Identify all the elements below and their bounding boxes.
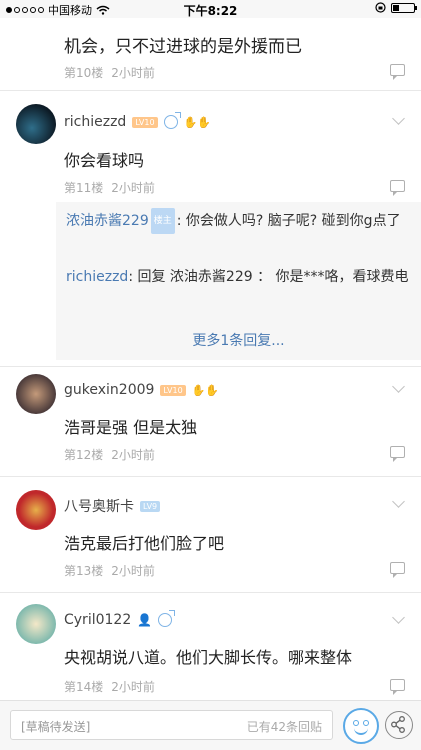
subreply-text: : 你会做人吗? 脑子呢? 碰到你g点了 [176,213,401,229]
comment-text: 你会看球吗 [64,151,145,170]
divider [0,366,421,367]
username[interactable]: richiezzd [64,114,126,130]
divider [0,592,421,593]
emoji-eye-icon [353,720,359,726]
emoji-eye-icon [363,720,369,726]
host-badge: 楼主 [150,208,175,234]
person-icon: 👤 [137,613,153,627]
reply-icon[interactable] [390,64,405,80]
status-time: 下午8:22 [183,4,238,18]
floor-number: 第11楼 [64,181,104,195]
battery-icon [391,2,417,13]
chevron-down-icon[interactable] [392,495,405,508]
comment-text: 浩哥是强 但是太独 [64,418,198,437]
share-button[interactable] [385,711,413,739]
subreply-item[interactable]: richiezzd: 回复 浓油赤酱229 ： 你是***咯，看球费电 [66,264,411,290]
subreply-panel: 浓油赤酱229 楼主: 你会做人吗? 脑子呢? 碰到你g点了 richiezzd:… [56,202,421,360]
post-meta: 第12楼 2小时前 [64,446,155,463]
clapping-hands-icon: ✋✋ [183,115,211,129]
male-icon [163,112,181,129]
post-meta: 第14楼 2小时前 [64,678,155,695]
post-meta: 第13楼 2小时前 [64,562,155,579]
level-badge: LV10 [132,116,158,128]
post-meta: 第11楼 2小时前 [64,179,155,196]
floor-number: 第10楼 [64,66,104,80]
username[interactable]: gukexin2009 [64,382,154,398]
subreply-item[interactable]: 浓油赤酱229 楼主: 你会做人吗? 脑子呢? 碰到你g点了 [66,208,411,234]
floor-number: 第12楼 [64,448,104,462]
orientation-lock-icon [375,2,386,13]
subreply-text: : 回复 浓油赤酱229 ： 你是***咯，看球费电 [128,269,409,285]
floor-number: 第13楼 [64,564,104,578]
status-bar: 中国移动 下午8:22 [0,0,421,18]
post-time: 2小时前 [111,66,155,80]
post-user: gukexin2009 LV10 ✋✋ [64,382,219,398]
chevron-down-icon[interactable] [392,380,405,393]
username[interactable]: Cyril0122 [64,612,131,628]
emoji-button[interactable] [343,708,379,744]
subreply-username[interactable]: 浓油赤酱229 [66,213,149,229]
reply-input[interactable]: [草稿待发送] 已有42条回贴 [10,710,333,740]
level-badge: LV9 [140,500,161,512]
avatar[interactable] [16,604,56,644]
post-text-partial: 机会，只不过进球的是外援而已 [64,37,302,57]
post-meta: 第10楼 2小时前 [64,64,155,81]
subreply-username[interactable]: richiezzd [66,269,128,285]
reply-count: 已有42条回贴 [246,720,322,734]
reply-icon[interactable] [390,446,405,462]
clapping-hands-icon: ✋✋ [191,383,220,397]
post-user: 八号奥斯卡 LV9 [64,496,161,516]
comment-text: 浩克最后打他们脸了吧 [64,534,225,553]
bottom-bar: [草稿待发送] 已有42条回贴 [0,700,421,750]
post-time: 2小时前 [111,564,155,578]
emoji-mouth-icon [354,728,368,735]
reply-icon[interactable] [390,562,405,578]
male-icon [158,610,176,627]
chevron-down-icon[interactable] [392,112,405,125]
more-replies-link[interactable]: 更多1条回复... [56,330,421,350]
post-time: 2小时前 [111,448,155,462]
level-badge: LV10 [160,384,186,396]
draft-placeholder: [草稿待发送] [21,720,91,734]
post-time: 2小时前 [111,181,155,195]
avatar[interactable] [16,490,56,530]
divider [0,90,421,91]
avatar[interactable] [16,104,56,144]
reply-icon[interactable] [390,679,405,695]
reply-icon[interactable] [390,180,405,196]
avatar[interactable] [16,374,56,414]
comment-text: 央视胡说八道。他们大脚长传。哪来整体 [64,648,353,667]
post-time: 2小时前 [111,680,155,694]
chevron-down-icon[interactable] [392,611,405,624]
share-icon [391,716,405,733]
floor-number: 第14楼 [64,680,104,694]
divider [0,476,421,477]
username[interactable]: 八号奥斯卡 [64,496,134,516]
post-user: Cyril0122 👤 [64,610,176,628]
post-user: richiezzd LV10 ✋✋ [64,112,211,130]
